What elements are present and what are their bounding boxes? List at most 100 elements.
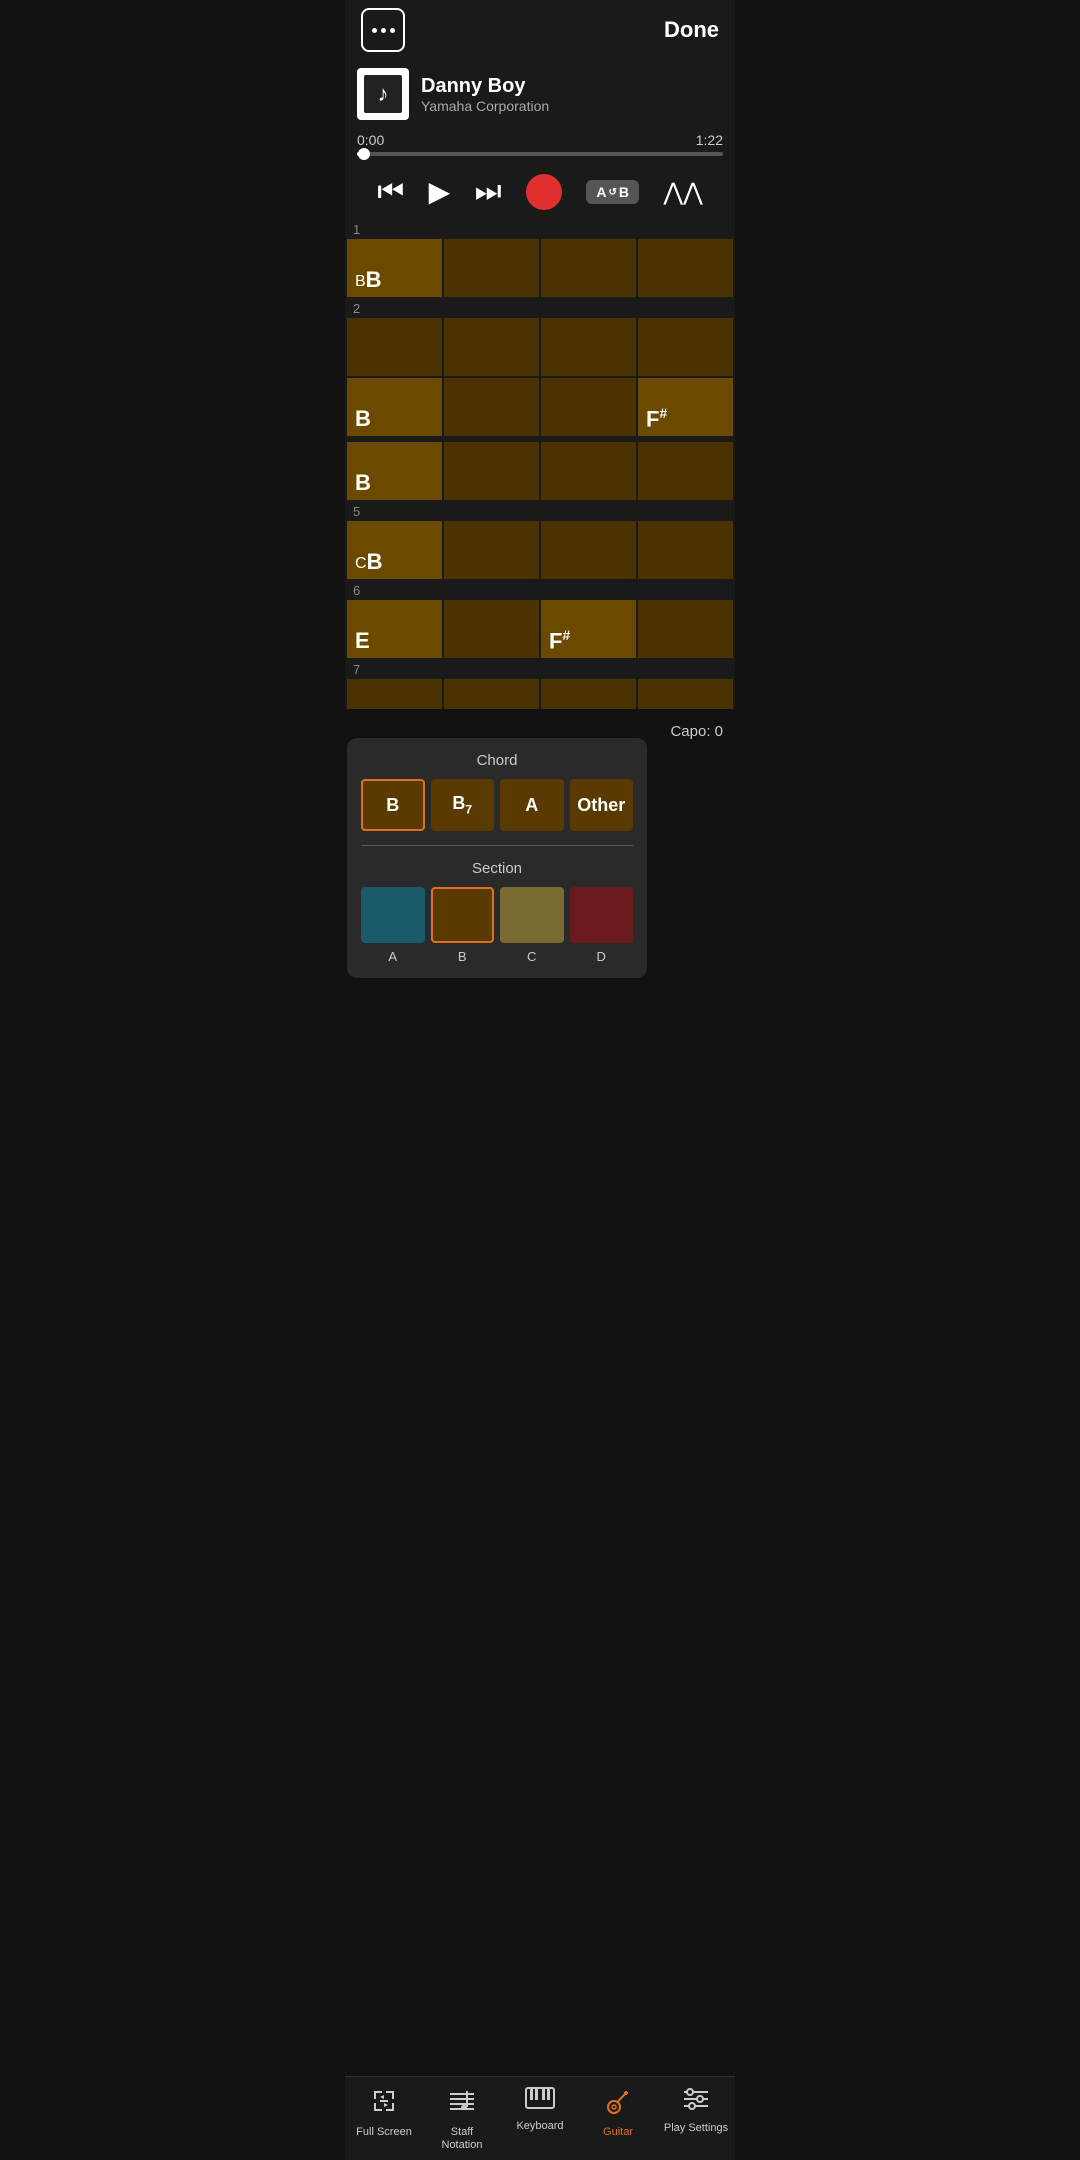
chord-cell-5-3[interactable] (541, 521, 636, 579)
time-total: 1:22 (696, 132, 723, 148)
section-label-C: C (500, 949, 564, 964)
section-btn-C[interactable] (500, 887, 564, 943)
tab-play-settings-label: Play Settings (664, 2122, 728, 2135)
tab-keyboard-label: Keyboard (516, 2120, 563, 2133)
measure-7-number: 7 (345, 660, 735, 679)
priority-button[interactable]: ⋀⋀ (663, 178, 702, 207)
chord-option-B7[interactable]: B7 (431, 779, 495, 831)
staff-icon (448, 2087, 476, 2122)
dot2 (381, 28, 386, 33)
done-button[interactable]: Done (664, 17, 719, 43)
chord-cell-4-1[interactable]: B (347, 442, 442, 500)
section-btn-D[interactable] (570, 887, 634, 943)
chord-cell-7-2[interactable] (444, 679, 539, 709)
measure-6-number: 6 (345, 581, 735, 600)
chord-cell-3-4[interactable]: F# (638, 378, 733, 436)
chord-cell-6-2[interactable] (444, 600, 539, 658)
tab-staff-label: StaffNotation (442, 2126, 483, 2152)
chord-cell-2-4[interactable] (638, 318, 733, 376)
music-note-icon: ♪ (378, 81, 389, 107)
header: Done (345, 0, 735, 60)
progress-area: 0:00 1:22 (345, 128, 735, 164)
chord-label-Fsharp6: F# (549, 628, 570, 652)
tab-fullscreen-label: Full Screen (356, 2126, 412, 2139)
time-current: 0:00 (357, 132, 384, 148)
tab-staff[interactable]: StaffNotation (423, 2077, 501, 2160)
tab-fullscreen[interactable]: Full Screen (345, 2077, 423, 2160)
play-button[interactable]: ▶ (429, 178, 451, 206)
play-settings-icon (682, 2087, 710, 2118)
ab-b: B (619, 184, 629, 200)
measure-3-row: B F# (345, 378, 735, 436)
chord-label-B4: B (355, 472, 371, 494)
chord-cell-5-2[interactable] (444, 521, 539, 579)
chord-cell-2-1[interactable] (347, 318, 442, 376)
section-label-D: D (570, 949, 634, 964)
chord-cell-6-1[interactable]: E (347, 600, 442, 658)
section-label-A: A (361, 949, 425, 964)
chord-cell-7-4[interactable] (638, 679, 733, 709)
chord-option-A[interactable]: A (500, 779, 564, 831)
chord-cell-2-3[interactable] (541, 318, 636, 376)
keyboard-icon (525, 2087, 555, 2116)
chord-cell-1-3[interactable] (541, 239, 636, 297)
chord-cell-4-3[interactable] (541, 442, 636, 500)
chord-B-label: B (386, 795, 399, 816)
song-thumb-inner: ♪ (364, 75, 402, 113)
progress-times: 0:00 1:22 (357, 132, 723, 148)
chord-cell-7-3[interactable] (541, 679, 636, 709)
song-artist: Yamaha Corporation (421, 98, 723, 114)
chord-cell-3-1[interactable]: B (347, 378, 442, 436)
measure-2-number: 2 (345, 299, 735, 318)
chord-cell-7-1[interactable] (347, 679, 442, 709)
measure-7-row (345, 679, 735, 709)
dot1 (372, 28, 377, 33)
corner-b: B (355, 273, 366, 291)
chord-cell-1-4[interactable] (638, 239, 733, 297)
tab-play-settings[interactable]: Play Settings (657, 2077, 735, 2160)
chord-label-B3: B (355, 408, 371, 430)
chord-option-B[interactable]: B (361, 779, 425, 831)
ab-button[interactable]: A ↺ B (586, 180, 639, 204)
chord-cell-5-4[interactable] (638, 521, 733, 579)
rewind-button[interactable]: ⏮ (377, 177, 404, 207)
chord-cell-1-1[interactable]: B B (347, 239, 442, 297)
section-btn-A[interactable] (361, 887, 425, 943)
record-button[interactable] (526, 174, 562, 210)
chord-label-B1: B (366, 269, 382, 291)
measure-5-number: 5 (345, 502, 735, 521)
song-info: ♪ Danny Boy Yamaha Corporation (345, 60, 735, 128)
corner-c: C (355, 555, 367, 573)
section-btn-B[interactable] (431, 887, 495, 943)
tab-guitar[interactable]: Guitar (579, 2077, 657, 2160)
chord-cell-5-1[interactable]: C B (347, 521, 442, 579)
ab-arrow: ↺ (609, 187, 617, 198)
ab-label: A (596, 184, 606, 200)
chord-cell-4-4[interactable] (638, 442, 733, 500)
chord-label-B5: B (367, 551, 383, 573)
tab-bar: Full Screen StaffNotation Keyboar (345, 2076, 735, 2160)
chord-option-other[interactable]: Other (570, 779, 634, 831)
chord-cell-2-2[interactable] (444, 318, 539, 376)
chord-cell-6-4[interactable] (638, 600, 733, 658)
fast-forward-button[interactable]: ⏭ (475, 177, 502, 207)
transport-controls: ⏮ ▶ ⏭ A ↺ B ⋀⋀ (345, 164, 735, 220)
measure-1-row: B B (345, 239, 735, 297)
chord-cell-1-2[interactable] (444, 239, 539, 297)
chord-cell-4-2[interactable] (444, 442, 539, 500)
chord-other-label: Other (577, 795, 625, 816)
chord-options-row: B B7 A Other (361, 779, 633, 831)
chord-popup-title: Chord (361, 752, 633, 769)
progress-thumb[interactable] (358, 148, 370, 160)
chord-cell-6-3[interactable]: F# (541, 600, 636, 658)
chord-cell-3-2[interactable] (444, 378, 539, 436)
progress-bar[interactable] (357, 152, 723, 156)
section-options-row (361, 887, 633, 943)
chord-cell-3-3[interactable] (541, 378, 636, 436)
chord-label-E6: E (355, 630, 370, 652)
menu-button[interactable] (361, 8, 405, 52)
guitar-icon (604, 2087, 632, 2122)
song-title: Danny Boy (421, 75, 723, 98)
dot3 (390, 28, 395, 33)
tab-keyboard[interactable]: Keyboard (501, 2077, 579, 2160)
